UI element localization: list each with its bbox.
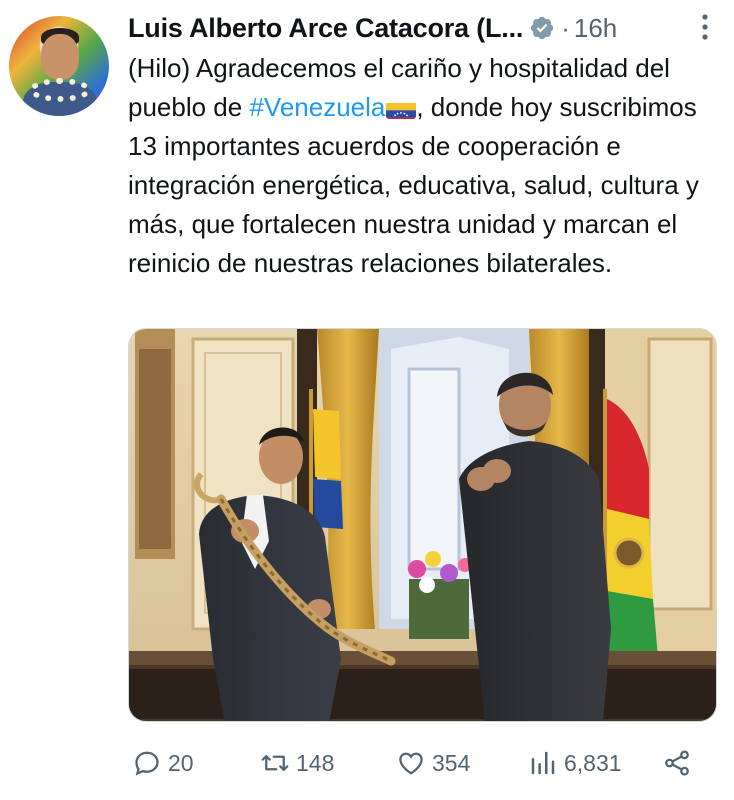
views-button[interactable]: 6,831 [528, 740, 622, 786]
like-count: 354 [432, 749, 471, 776]
reply-icon [135, 751, 159, 776]
tweet-actions: 20 148 354 6,831 [128, 740, 718, 786]
photo-scene [129, 329, 716, 721]
more-dots-icon[interactable] [690, 10, 720, 44]
like-button[interactable]: 354 [396, 740, 470, 786]
venezuela-flag-icon [386, 97, 417, 119]
reply-count: 20 [168, 749, 194, 776]
share-icon [665, 750, 689, 776]
views-chart-icon [531, 751, 555, 775]
tweet-header: Luis Alberto Arce Catacora (L... · 16h [128, 8, 617, 48]
retweet-icon [261, 755, 289, 771]
avatar-garland [29, 78, 91, 102]
tweet-timestamp[interactable]: 16h [574, 13, 617, 44]
view-count: 6,831 [564, 749, 622, 776]
header-separator: · [561, 12, 570, 43]
author-avatar[interactable] [9, 16, 109, 116]
avatar-face [41, 34, 79, 80]
heart-icon [399, 752, 423, 775]
share-button[interactable] [662, 740, 698, 786]
tweet-photo[interactable] [128, 328, 717, 722]
author-name[interactable]: Luis Alberto Arce Catacora (L... [128, 13, 523, 44]
verified-badge-icon [531, 16, 554, 40]
tweet-text: (Hilo) Agradecemos el cariño y hospitali… [128, 49, 718, 283]
hashtag-link[interactable]: #Venezuela [249, 92, 385, 122]
reply-button[interactable]: 20 [132, 740, 194, 786]
retweet-button[interactable]: 148 [260, 740, 334, 786]
retweet-count: 148 [296, 749, 335, 776]
